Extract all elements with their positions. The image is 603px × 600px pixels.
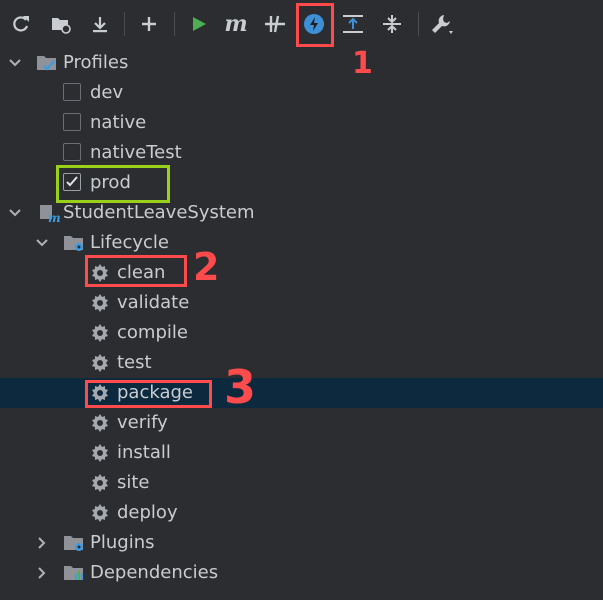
goal-label: validate	[117, 292, 190, 313]
run-icon[interactable]	[185, 10, 213, 38]
profiles-folder-icon	[36, 52, 58, 74]
tree-label: Profiles	[63, 52, 129, 73]
gear-icon	[89, 292, 111, 314]
expand-all-icon[interactable]	[339, 10, 367, 38]
annotation-number-2: 2	[193, 245, 220, 289]
profile-item-nativeTest[interactable]: nativeTest	[0, 138, 603, 168]
tree-label: Plugins	[90, 532, 155, 553]
gear-icon	[89, 472, 111, 494]
goal-label: compile	[117, 322, 188, 343]
annotation-box-prod	[56, 165, 170, 203]
annotation-box-package	[85, 380, 212, 408]
gear-icon	[89, 442, 111, 464]
annotation-number-1: 1	[352, 46, 373, 81]
plugins-folder-icon	[63, 532, 85, 554]
profile-label: nativeTest	[90, 142, 182, 163]
chevron-down-icon[interactable]	[34, 228, 50, 258]
toolbar-separator	[124, 12, 125, 36]
toolbar-separator	[174, 12, 175, 36]
chevron-right-icon[interactable]	[34, 528, 50, 558]
chevron-down-icon[interactable]	[7, 198, 23, 228]
lifecycle-goal-test[interactable]: test	[0, 348, 603, 378]
goal-label: verify	[117, 412, 168, 433]
profile-label: native	[90, 112, 147, 133]
toggle-skip-tests-icon[interactable]	[261, 10, 289, 38]
tree-node-lifecycle[interactable]: Lifecycle	[0, 228, 603, 258]
lifecycle-folder-icon	[63, 232, 85, 254]
chevron-right-icon[interactable]	[34, 558, 50, 588]
profile-label: dev	[90, 82, 124, 103]
goal-label: test	[117, 352, 152, 373]
execute-maven-goal-icon[interactable]: m	[222, 10, 250, 38]
reload-icon[interactable]	[7, 10, 35, 38]
annotation-number-3: 3	[224, 360, 257, 414]
annotation-box-offline	[296, 3, 334, 47]
add-icon[interactable]	[135, 10, 163, 38]
gear-icon	[89, 412, 111, 434]
profile-item-native[interactable]: native	[0, 108, 603, 138]
tree-node-profiles[interactable]: Profiles	[0, 48, 603, 78]
tree-label: Lifecycle	[90, 232, 169, 253]
tree-node-plugins[interactable]: Plugins	[0, 528, 603, 558]
lifecycle-goal-deploy[interactable]: deploy	[0, 498, 603, 528]
lifecycle-goal-site[interactable]: site	[0, 468, 603, 498]
profile-checkbox[interactable]	[63, 83, 81, 101]
profile-item-dev[interactable]: dev	[0, 78, 603, 108]
profile-checkbox[interactable]	[63, 113, 81, 131]
profile-checkbox[interactable]	[63, 143, 81, 161]
gear-icon	[89, 322, 111, 344]
collapse-all-icon[interactable]	[378, 10, 406, 38]
toolbar-separator	[418, 12, 419, 36]
annotation-box-clean	[85, 255, 187, 287]
maven-project-icon: m	[38, 202, 60, 224]
lifecycle-goal-verify[interactable]: verify	[0, 408, 603, 438]
lifecycle-goal-install[interactable]: install	[0, 438, 603, 468]
gear-icon	[89, 352, 111, 374]
goal-label: deploy	[117, 502, 178, 523]
download-sources-icon[interactable]	[86, 10, 114, 38]
tree-node-dependencies[interactable]: Dependencies	[0, 558, 603, 588]
gear-icon	[89, 502, 111, 524]
svg-text:m: m	[48, 211, 60, 224]
settings-wrench-icon[interactable]	[428, 10, 456, 38]
lifecycle-goal-compile[interactable]: compile	[0, 318, 603, 348]
dependencies-folder-icon	[63, 562, 85, 584]
goal-label: install	[117, 442, 171, 463]
goal-label: site	[117, 472, 150, 493]
tree-label: Dependencies	[90, 562, 219, 583]
lifecycle-goal-validate[interactable]: validate	[0, 288, 603, 318]
reimport-folder-icon[interactable]	[47, 10, 75, 38]
chevron-down-icon[interactable]	[7, 48, 23, 78]
